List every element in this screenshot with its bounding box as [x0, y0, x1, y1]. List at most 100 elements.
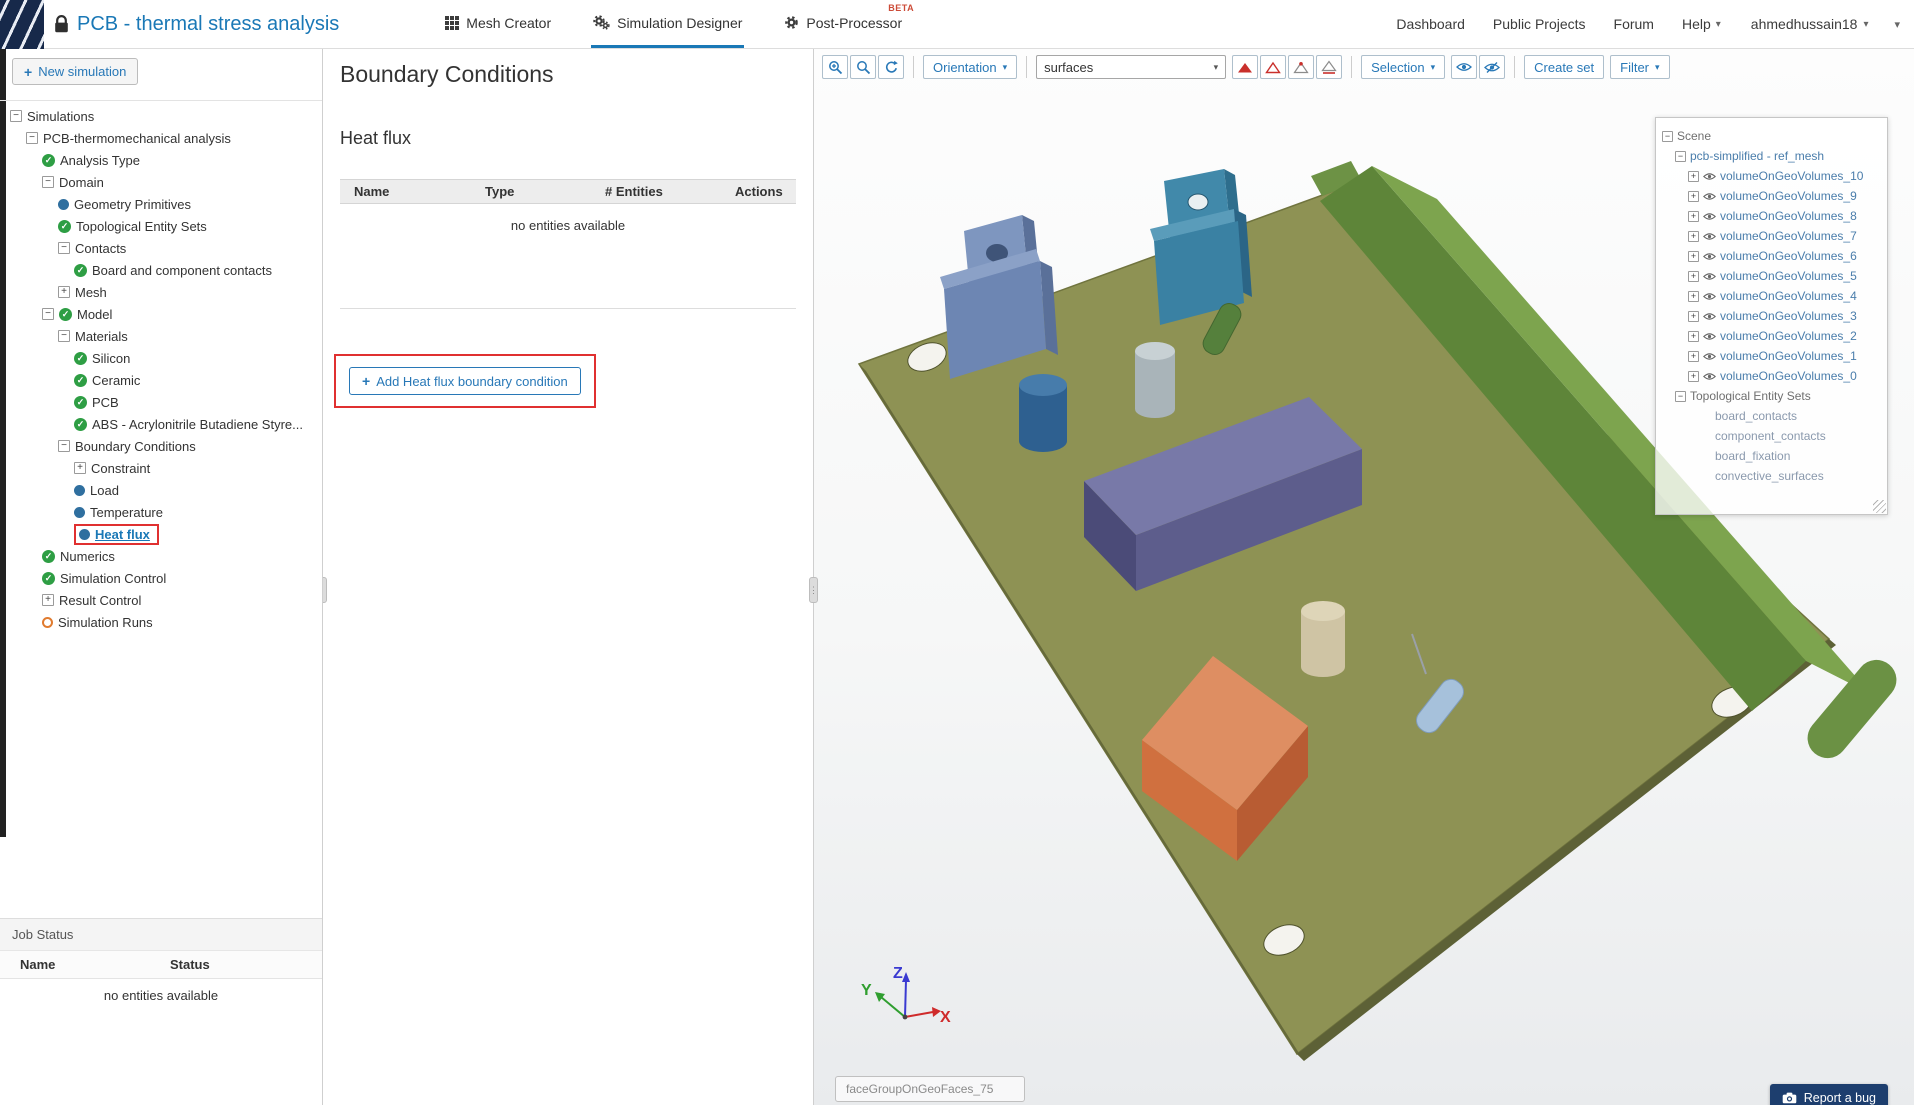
- scene-item-volumeongeovolumes-8[interactable]: + volumeOnGeoVolumes_8: [1656, 206, 1887, 226]
- tree-item-geometry-primitives[interactable]: Geometry Primitives: [0, 193, 322, 215]
- expander-minus-icon[interactable]: −: [1675, 150, 1686, 162]
- tree-item-label[interactable]: Materials: [75, 329, 128, 344]
- scene-item-convective-surfaces[interactable]: convective_surfaces: [1656, 466, 1887, 486]
- scene-item-volumeongeovolumes-0[interactable]: + volumeOnGeoVolumes_0: [1656, 366, 1887, 386]
- scene-item-board-contacts[interactable]: board_contacts: [1656, 406, 1887, 426]
- tree-item-materials[interactable]: − Materials: [0, 325, 322, 347]
- tree-item-numerics[interactable]: ✓ Numerics: [0, 545, 322, 567]
- tree-item-label[interactable]: Simulation Runs: [58, 615, 153, 630]
- expander-minus-icon[interactable]: −: [26, 132, 38, 144]
- component-capacitor-gray[interactable]: [1135, 342, 1175, 418]
- tree-item-label[interactable]: Domain: [59, 175, 104, 190]
- zoom-in-button[interactable]: [822, 55, 848, 79]
- scene-tree-panel[interactable]: − Scene − pcb-simplified - ref_mesh + volumeO…: [1655, 117, 1888, 515]
- scene-item-volumeongeovolumes-1[interactable]: + volumeOnGeoVolumes_1: [1656, 346, 1887, 366]
- expander-plus-icon[interactable]: +: [1688, 290, 1699, 302]
- zoom-fit-button[interactable]: [850, 55, 876, 79]
- tree-item-label[interactable]: Mesh: [75, 285, 107, 300]
- eye-icon[interactable]: [1703, 252, 1716, 261]
- tree-item-heat-flux[interactable]: Heat flux: [0, 523, 322, 545]
- eye-icon[interactable]: [1703, 332, 1716, 341]
- scene-item-label[interactable]: volumeOnGeoVolumes_9: [1720, 189, 1857, 203]
- tree-item-result-control[interactable]: + Result Control: [0, 589, 322, 611]
- scene-item-volumeongeovolumes-9[interactable]: + volumeOnGeoVolumes_9: [1656, 186, 1887, 206]
- expander-minus-icon[interactable]: −: [58, 242, 70, 254]
- clip-plane-button-1[interactable]: [1232, 55, 1259, 79]
- scene-item-label[interactable]: Topological Entity Sets: [1690, 389, 1811, 403]
- expander-minus-icon[interactable]: −: [10, 110, 22, 122]
- tree-item-label[interactable]: Model: [77, 307, 112, 322]
- eye-icon[interactable]: [1703, 172, 1716, 181]
- expander-plus-icon[interactable]: +: [1688, 350, 1699, 362]
- scene-item-label[interactable]: volumeOnGeoVolumes_4: [1720, 289, 1857, 303]
- add-heat-flux-button[interactable]: + Add Heat flux boundary condition: [349, 367, 581, 395]
- scene-item-label[interactable]: volumeOnGeoVolumes_5: [1720, 269, 1857, 283]
- 3d-viewport[interactable]: Orientation ▾ surfaces ▾ Selection ▾ Cre…: [814, 49, 1914, 1105]
- expander-plus-icon[interactable]: +: [74, 462, 86, 474]
- panel-collapse-handle[interactable]: ⋮: [809, 577, 818, 603]
- tree-item-simulation-control[interactable]: ✓ Simulation Control: [0, 567, 322, 589]
- expander-plus-icon[interactable]: +: [58, 286, 70, 298]
- component-bracket-teal[interactable]: [1150, 169, 1252, 325]
- expander-plus-icon[interactable]: +: [1688, 250, 1699, 262]
- selection-dropdown[interactable]: Selection ▾: [1361, 55, 1446, 79]
- tree-item-label[interactable]: Ceramic: [92, 373, 140, 388]
- expander-minus-icon[interactable]: −: [42, 176, 54, 188]
- eye-icon[interactable]: [1703, 292, 1716, 301]
- clip-plane-button-2[interactable]: [1260, 55, 1287, 79]
- scene-item-volumeongeovolumes-2[interactable]: + volumeOnGeoVolumes_2: [1656, 326, 1887, 346]
- scene-item-volumeongeovolumes-3[interactable]: + volumeOnGeoVolumes_3: [1656, 306, 1887, 326]
- tree-item-simulation-runs[interactable]: Simulation Runs: [0, 611, 322, 633]
- tree-item-domain[interactable]: − Domain: [0, 171, 322, 193]
- tree-item-label[interactable]: Load: [90, 483, 119, 498]
- orientation-dropdown[interactable]: Orientation ▾: [923, 55, 1018, 79]
- tree-item-model[interactable]: − ✓ Model: [0, 303, 322, 325]
- expander-plus-icon[interactable]: +: [1688, 310, 1699, 322]
- eye-icon[interactable]: [1703, 272, 1716, 281]
- clip-plane-button-4[interactable]: [1316, 55, 1343, 79]
- tree-item-label[interactable]: Topological Entity Sets: [76, 219, 207, 234]
- scene-item-label[interactable]: pcb-simplified - ref_mesh: [1690, 149, 1824, 163]
- scene-item-label[interactable]: volumeOnGeoVolumes_2: [1720, 329, 1857, 343]
- eye-icon[interactable]: [1703, 192, 1716, 201]
- scene-item-volumeongeovolumes-5[interactable]: + volumeOnGeoVolumes_5: [1656, 266, 1887, 286]
- expander-minus-icon[interactable]: −: [1675, 390, 1686, 402]
- nav-link-public-projects[interactable]: Public Projects: [1493, 16, 1586, 32]
- eye-icon[interactable]: [1703, 372, 1716, 381]
- tree-item-temperature[interactable]: Temperature: [0, 501, 322, 523]
- scene-item-topological-entity-sets[interactable]: − Topological Entity Sets: [1656, 386, 1887, 406]
- tree-item-label[interactable]: Result Control: [59, 593, 141, 608]
- tree-item-label[interactable]: Board and component contacts: [92, 263, 272, 278]
- tree-item-mesh[interactable]: + Mesh: [0, 281, 322, 303]
- scene-item-pcb-simplified-ref-mesh[interactable]: − pcb-simplified - ref_mesh: [1656, 146, 1887, 166]
- nav-link-dashboard[interactable]: Dashboard: [1396, 16, 1465, 32]
- eye-icon[interactable]: [1703, 312, 1716, 321]
- tree-item-label[interactable]: Boundary Conditions: [75, 439, 196, 454]
- tree-item-abs-acrylonitrile-butadiene-styre[interactable]: ✓ ABS - Acrylonitrile Butadiene Styre...: [0, 413, 322, 435]
- tree-item-label[interactable]: Geometry Primitives: [74, 197, 191, 212]
- filter-dropdown[interactable]: Filter ▾: [1610, 55, 1670, 79]
- scene-item-component-contacts[interactable]: component_contacts: [1656, 426, 1887, 446]
- component-capacitor-dark-blue[interactable]: [1019, 374, 1067, 452]
- create-set-button[interactable]: Create set: [1524, 55, 1605, 79]
- scene-item-label[interactable]: volumeOnGeoVolumes_1: [1720, 349, 1857, 363]
- chevron-down-icon[interactable]: ▾: [1894, 0, 1900, 48]
- tree-item-label[interactable]: Silicon: [92, 351, 130, 366]
- expander-plus-icon[interactable]: +: [1688, 190, 1699, 202]
- expander-plus-icon[interactable]: +: [1688, 170, 1699, 182]
- tree-item-label[interactable]: ABS - Acrylonitrile Butadiene Styre...: [92, 417, 303, 432]
- tree-item-ceramic[interactable]: ✓ Ceramic: [0, 369, 322, 391]
- report-bug-button[interactable]: Report a bug: [1769, 1084, 1888, 1105]
- tab-mesh-creator[interactable]: Mesh Creator: [443, 0, 553, 48]
- scene-item-volumeongeovolumes-6[interactable]: + volumeOnGeoVolumes_6: [1656, 246, 1887, 266]
- scene-item-board-fixation[interactable]: board_fixation: [1656, 446, 1887, 466]
- expander-plus-icon[interactable]: +: [1688, 210, 1699, 222]
- tree-item-label[interactable]: PCB: [92, 395, 119, 410]
- expander-plus-icon[interactable]: +: [42, 594, 54, 606]
- tree-item-constraint[interactable]: + Constraint: [0, 457, 322, 479]
- scene-item-label[interactable]: volumeOnGeoVolumes_8: [1720, 209, 1857, 223]
- scene-item-volumeongeovolumes-4[interactable]: + volumeOnGeoVolumes_4: [1656, 286, 1887, 306]
- app-logo[interactable]: [0, 0, 44, 49]
- expander-minus-icon[interactable]: −: [42, 308, 54, 320]
- scene-item-volumeongeovolumes-7[interactable]: + volumeOnGeoVolumes_7: [1656, 226, 1887, 246]
